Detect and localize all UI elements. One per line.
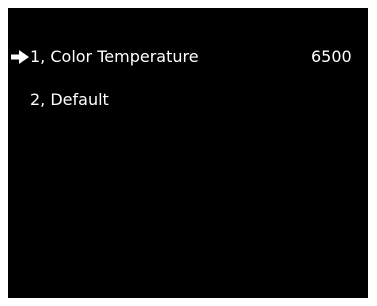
menu-item-label: 1, Color Temperature bbox=[30, 47, 199, 66]
menu-item-label: 2, Default bbox=[30, 90, 109, 109]
osd-menu-screen: 1, Color Temperature 6500 2, Default bbox=[8, 8, 368, 298]
menu-item-default[interactable]: 2, Default bbox=[8, 88, 368, 112]
menu-item-color-temperature[interactable]: 1, Color Temperature 6500 bbox=[8, 45, 368, 69]
color-temperature-value: 6500 bbox=[311, 47, 352, 66]
arrow-right-icon bbox=[11, 50, 29, 64]
